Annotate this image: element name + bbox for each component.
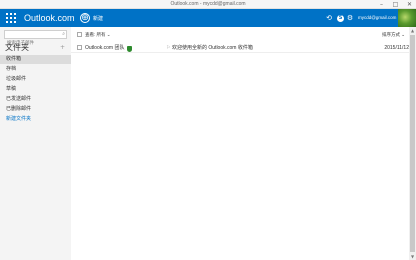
vertical-scrollbar[interactable]: ▲ ▼ [409, 27, 416, 260]
new-message-label: 新建 [93, 15, 104, 22]
window-titlebar: Outlook.com - mycdd@gmail.com – □ ✕ [0, 0, 416, 9]
folder-archive[interactable]: 存档 [0, 65, 71, 74]
list-toolbar: 查看: 所有 ⌄ 排序方式 ⌄ [71, 27, 409, 41]
skype-icon[interactable]: S [337, 14, 344, 22]
flag-icon[interactable]: ⚐ [166, 44, 170, 52]
message-subject: 欢迎使用全新的 Outlook.com 收件箱 [172, 45, 253, 51]
maximize-icon[interactable]: □ [390, 0, 401, 9]
add-folder-icon[interactable]: + [60, 44, 65, 52]
folders-heading: 文件夹 [5, 43, 29, 52]
folder-drafts[interactable]: 草稿 [0, 85, 71, 94]
new-message-button[interactable]: ⊕ 新建 [80, 12, 103, 24]
search-icon[interactable]: ⌕ [62, 31, 65, 38]
sort-dropdown[interactable]: 排序方式 ⌄ [382, 32, 405, 38]
message-checkbox[interactable] [77, 45, 82, 50]
message-sender: Outlook.com 团队 [85, 45, 125, 51]
message-list-pane: 查看: 所有 ⌄ 排序方式 ⌄ Outlook.com 团队 ⚐ 欢迎使用全新的… [71, 27, 409, 260]
search-box: ⌕ [4, 30, 67, 46]
undo-icon[interactable]: ⟲ [325, 14, 333, 22]
folder-sent[interactable]: 已发送邮件 [0, 95, 71, 104]
folder-sidebar: ⌕ 文件夹 + 收件箱 存档 垃圾邮件 草稿 已发送邮件 已删除邮件 新建文件夹 [0, 27, 71, 260]
new-folder-link[interactable]: 新建文件夹 [0, 115, 71, 124]
window-title: Outlook.com - mycdd@gmail.com [170, 1, 246, 7]
settings-icon[interactable]: ⚙ [346, 14, 354, 22]
folder-inbox[interactable]: 收件箱 [0, 55, 71, 64]
avatar[interactable] [398, 9, 416, 27]
message-row[interactable]: Outlook.com 团队 ⚐ 欢迎使用全新的 Outlook.com 收件箱… [71, 43, 409, 53]
scrollbar-thumb[interactable] [410, 35, 415, 252]
minimize-icon[interactable]: – [376, 0, 387, 9]
scroll-down-icon[interactable]: ▼ [409, 253, 416, 260]
folder-deleted[interactable]: 已删除邮件 [0, 105, 71, 114]
scroll-up-icon[interactable]: ▲ [409, 27, 416, 34]
close-icon[interactable]: ✕ [404, 0, 415, 9]
brand-logo[interactable]: Outlook.com [24, 12, 75, 24]
select-all-checkbox[interactable] [77, 32, 82, 37]
new-message-icon: ⊕ [80, 13, 90, 23]
app-launcher-icon[interactable] [6, 13, 16, 23]
verified-sender-shield-icon [127, 45, 132, 52]
message-date: 2015/11/12 [384, 45, 409, 51]
account-email[interactable]: mycdd@gmail.com [358, 15, 396, 21]
view-filter-dropdown[interactable]: 查看: 所有 ⌄ [85, 32, 111, 38]
top-navigation-bar: Outlook.com ⊕ 新建 ⟲ S ⚙ mycdd@gmail.com [0, 9, 416, 27]
folder-junk[interactable]: 垃圾邮件 [0, 75, 71, 84]
